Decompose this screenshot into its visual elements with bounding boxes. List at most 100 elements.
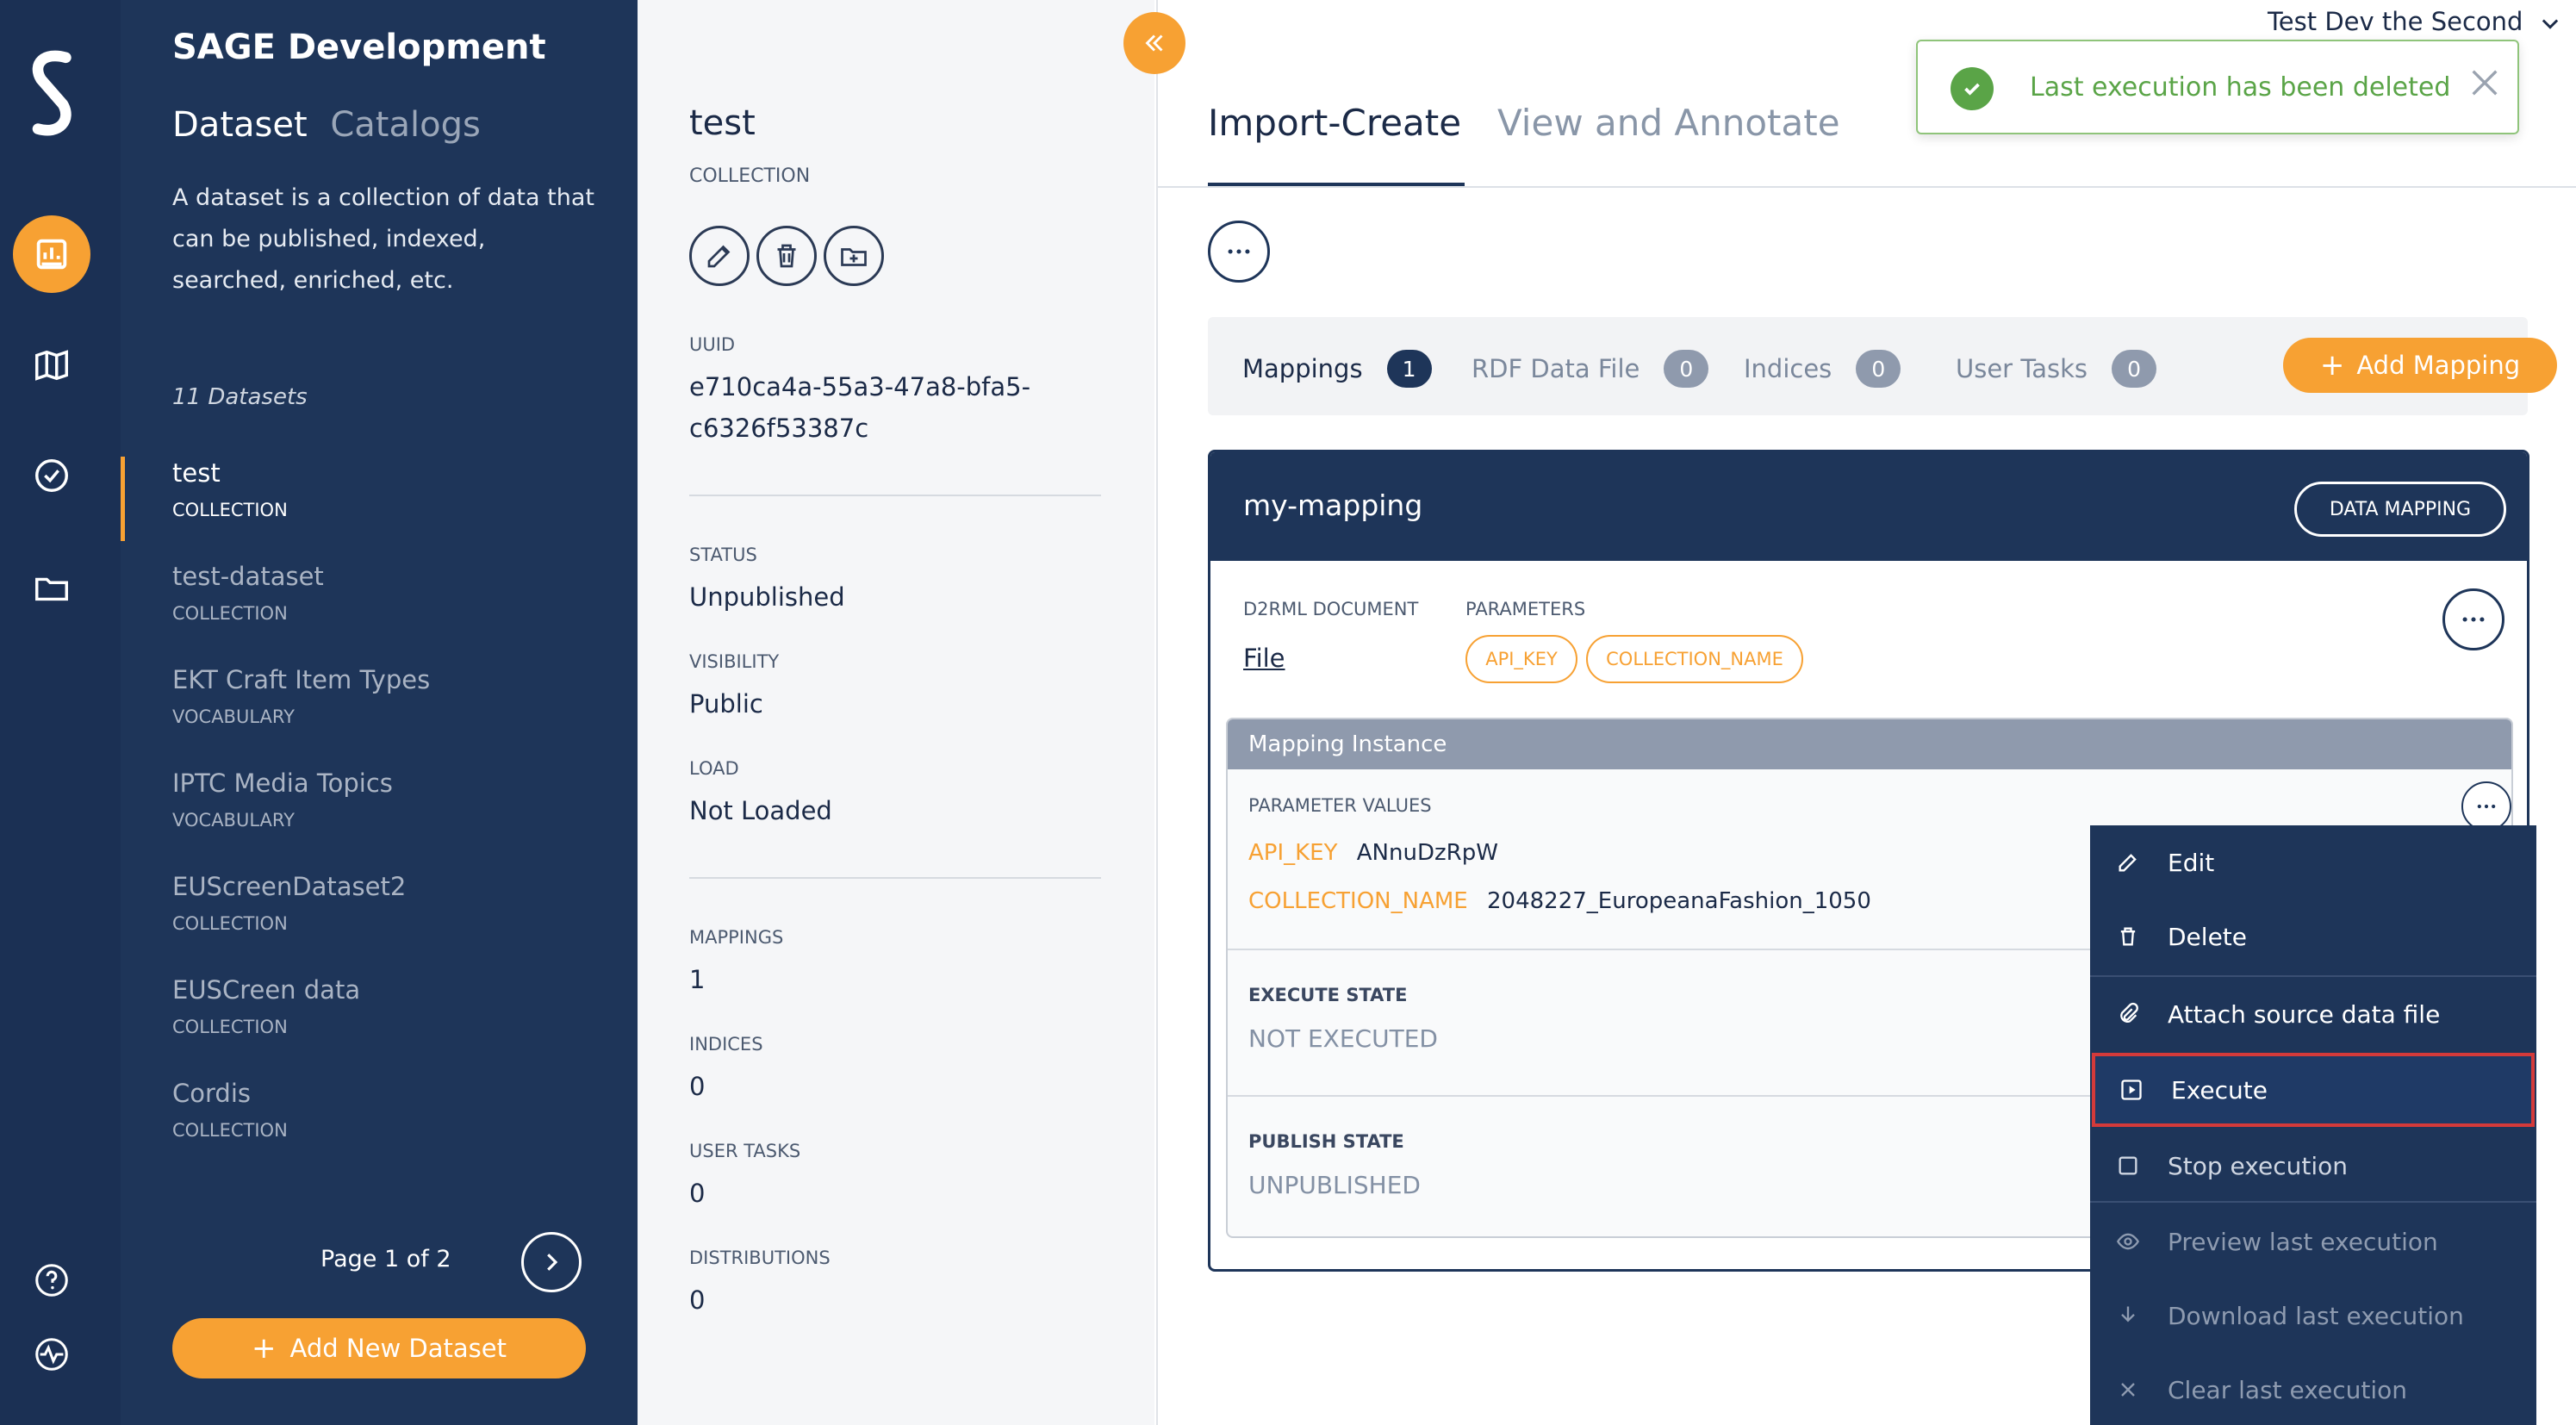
tab-import-create[interactable]: Import-Create xyxy=(1208,102,1461,144)
play-icon xyxy=(2121,1080,2142,1100)
param-value: ANnuDzRpW xyxy=(1356,840,1498,866)
dataset-item-ekt-craft[interactable]: EKT Craft Item Types VOCABULARY xyxy=(172,665,586,727)
next-page-button[interactable] xyxy=(521,1232,582,1292)
delete-button[interactable] xyxy=(756,226,817,286)
stat-mappings[interactable]: Mappings 1 xyxy=(1242,350,1432,388)
instance-more-button[interactable] xyxy=(2461,781,2511,831)
toast-message: Last execution has been deleted xyxy=(2030,72,2451,103)
param-value: 2048227_EuropeanaFashion_1050 xyxy=(1487,888,1871,914)
edit-button[interactable] xyxy=(689,226,750,286)
menu-item-download[interactable]: Download last execution xyxy=(2092,1279,2535,1353)
map-icon[interactable] xyxy=(26,339,78,391)
load-label: LOAD xyxy=(689,758,739,779)
dataset-type: COLLECTION xyxy=(172,1120,288,1141)
collapse-panel-button[interactable] xyxy=(1123,12,1185,74)
menu-item-delete[interactable]: Delete xyxy=(2092,899,2535,974)
dataset-name: IPTC Media Topics xyxy=(172,769,393,798)
menu-item-preview[interactable]: Preview last execution xyxy=(2092,1204,2535,1279)
add-dataset-button[interactable]: + Add New Dataset xyxy=(172,1318,586,1378)
paperclip-icon xyxy=(2120,1002,2138,1023)
user-tasks-label: USER TASKS xyxy=(689,1141,801,1161)
dataset-detail-panel: test COLLECTION UUID e710ca4a-55a3-47a8-… xyxy=(638,0,1154,1425)
user-menu[interactable]: Test Dev the Second xyxy=(2268,7,2562,36)
divider xyxy=(689,495,1101,496)
stat-count: 0 xyxy=(2112,350,2157,388)
menu-item-clear[interactable]: Clear last execution xyxy=(2092,1353,2535,1425)
menu-item-stop[interactable]: Stop execution xyxy=(2092,1129,2535,1203)
file-link[interactable]: File xyxy=(1243,644,1285,673)
param-chip-collection-name: COLLECTION_NAME xyxy=(1586,635,1803,683)
dataset-item-cordis[interactable]: Cordis COLLECTION xyxy=(172,1079,586,1141)
toast-notification: Last execution has been deleted xyxy=(1916,40,2519,134)
stat-indices[interactable]: Indices 0 xyxy=(1744,350,1901,388)
add-mapping-button[interactable]: + Add Mapping xyxy=(2283,338,2557,393)
check-circle-icon[interactable] xyxy=(26,450,78,501)
dashboard-icon[interactable] xyxy=(13,215,90,293)
dataset-item-test[interactable]: test COLLECTION xyxy=(172,458,586,520)
dataset-item-iptc[interactable]: IPTC Media Topics VOCABULARY xyxy=(172,769,586,831)
menu-item-label: Delete xyxy=(2168,922,2247,951)
uuid-value-line2: c6326f53387c xyxy=(689,414,869,443)
execute-state-value: NOT EXECUTED xyxy=(1248,1024,1438,1053)
menu-item-label: Clear last execution xyxy=(2168,1375,2407,1404)
tab-dataset[interactable]: Dataset xyxy=(172,105,308,145)
param-row-collection-name: COLLECTION_NAME 2048227_EuropeanaFashion… xyxy=(1248,888,1871,914)
dataset-name: test xyxy=(172,458,221,488)
mappings-value: 1 xyxy=(689,965,706,994)
stat-label: Indices xyxy=(1744,354,1832,383)
visibility-value: Public xyxy=(689,689,763,719)
download-icon xyxy=(2121,1306,2135,1322)
add-to-folder-button[interactable] xyxy=(824,226,884,286)
mapping-name: my-mapping xyxy=(1243,488,1423,522)
menu-item-label: Execute xyxy=(2171,1075,2268,1105)
tab-view-annotate[interactable]: View and Annotate xyxy=(1497,102,1840,144)
stats-bar: Mappings 1 RDF Data File 0 Indices 0 Use… xyxy=(1208,317,2557,415)
tab-catalogs[interactable]: Catalogs xyxy=(330,105,480,145)
dataset-item-test-dataset[interactable]: test-dataset COLLECTION xyxy=(172,562,586,624)
status-value: Unpublished xyxy=(689,582,845,612)
page-indicator: Page 1 of 2 xyxy=(320,1246,451,1273)
chevrons-left-icon xyxy=(1145,34,1163,52)
dataset-type: COLLECTION xyxy=(172,1017,288,1037)
more-actions-button[interactable] xyxy=(1208,221,1270,283)
dataset-sidebar: SAGE Development Dataset Catalogs A data… xyxy=(121,0,638,1425)
distributions-value: 0 xyxy=(689,1285,706,1315)
param-row-api-key: API_KEY ANnuDzRpW xyxy=(1248,840,1498,866)
menu-item-attach[interactable]: Attach source data file xyxy=(2092,977,2535,1051)
dataset-name: EUSCreen data xyxy=(172,975,361,1005)
tab-divider xyxy=(1158,186,2576,188)
plus-icon: + xyxy=(252,1331,277,1366)
status-label: STATUS xyxy=(689,544,757,565)
mappings-label: MAPPINGS xyxy=(689,927,784,948)
stat-user-tasks[interactable]: User Tasks 0 xyxy=(1956,350,2157,388)
logo-icon[interactable] xyxy=(19,43,88,146)
trash-icon xyxy=(777,244,796,268)
stat-count: 0 xyxy=(1664,350,1709,388)
user-name: Test Dev the Second xyxy=(2268,7,2523,36)
dataset-item-euscreen-data[interactable]: EUSCreen data COLLECTION xyxy=(172,975,586,1037)
add-mapping-label: Add Mapping xyxy=(2356,351,2521,380)
data-mapping-button[interactable]: DATA MAPPING xyxy=(2294,482,2506,537)
dataset-type: VOCABULARY xyxy=(172,706,295,727)
dataset-name: EKT Craft Item Types xyxy=(172,665,431,694)
uuid-label: UUID xyxy=(689,334,736,355)
dataset-title: test xyxy=(689,103,756,143)
more-horizontal-icon xyxy=(2462,617,2485,622)
dataset-name: Cordis xyxy=(172,1079,251,1108)
parameters-label: PARAMETERS xyxy=(1465,599,1586,619)
stat-rdf-data-file[interactable]: RDF Data File 0 xyxy=(1472,350,1709,388)
success-check-icon xyxy=(1951,67,1994,110)
close-icon[interactable] xyxy=(2467,65,2502,100)
menu-item-execute[interactable]: Execute xyxy=(2092,1053,2535,1127)
menu-item-label: Attach source data file xyxy=(2168,999,2441,1029)
folder-icon[interactable] xyxy=(26,562,78,613)
plus-icon: + xyxy=(2319,348,2345,383)
dataset-type: COLLECTION xyxy=(172,603,288,624)
trash-icon xyxy=(2120,927,2136,946)
dataset-item-euscreen2[interactable]: EUScreenDataset2 COLLECTION xyxy=(172,872,586,934)
help-icon[interactable] xyxy=(26,1254,78,1306)
activity-icon[interactable] xyxy=(26,1329,78,1380)
mapping-more-button[interactable] xyxy=(2442,588,2504,650)
uuid-value-line1: e710ca4a-55a3-47a8-bfa5- xyxy=(689,372,1031,401)
menu-item-edit[interactable]: Edit xyxy=(2092,825,2535,899)
